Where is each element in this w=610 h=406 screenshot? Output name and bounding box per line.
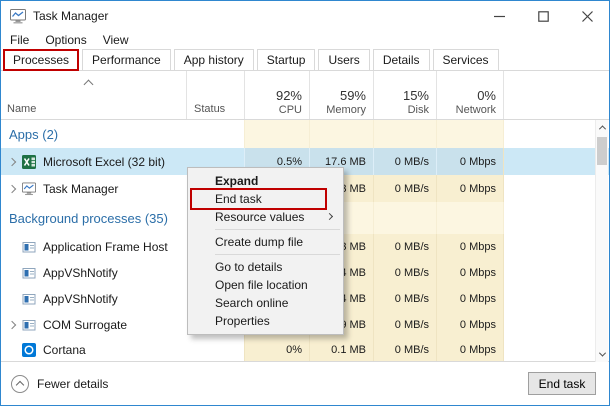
network-total-percent: 0% (477, 88, 496, 103)
scroll-up-button[interactable] (596, 121, 608, 134)
disk-cell: 0 MB/s (373, 260, 436, 286)
app-window-icon (22, 292, 36, 306)
menu-separator (215, 254, 340, 255)
disk-cell: 0 MB/s (373, 338, 436, 361)
menu-separator (215, 229, 340, 230)
column-memory[interactable]: 59% Memory (309, 71, 373, 119)
network-cell: 0 Mbps (436, 148, 504, 175)
disk-total-percent: 15% (403, 88, 429, 103)
task-manager-icon (22, 182, 36, 196)
network-cell: 0 Mbps (436, 338, 504, 361)
memory-cell: 0.1 MB (309, 338, 373, 361)
column-status[interactable]: Status (186, 71, 244, 119)
window-controls (477, 1, 609, 31)
minimize-button[interactable] (477, 1, 521, 31)
scroll-down-button[interactable] (596, 348, 608, 361)
disk-cell: 0 MB/s (373, 175, 436, 202)
expand-chevron-icon[interactable] (8, 157, 16, 165)
column-name[interactable]: Name (1, 71, 186, 119)
expand-chevron-icon[interactable] (8, 321, 16, 329)
menu-item-go-to-details[interactable]: Go to details (188, 258, 343, 276)
tab-services[interactable]: Services (433, 49, 499, 70)
tab-users[interactable]: Users (318, 49, 369, 70)
tab-app-history[interactable]: App history (174, 49, 254, 70)
network-cell: 0 Mbps (436, 260, 504, 286)
menu-bar: File Options View (1, 31, 609, 49)
app-window-icon (22, 266, 36, 280)
fewer-details-label[interactable]: Fewer details (37, 377, 108, 391)
excel-icon (22, 155, 36, 169)
chevron-up-icon (598, 125, 605, 132)
fewer-details-toggle[interactable] (11, 375, 29, 393)
cpu-total-percent: 92% (276, 88, 302, 103)
menu-item-properties[interactable]: Properties (188, 312, 343, 330)
menu-item-end-task[interactable]: End task (188, 190, 343, 208)
column-disk[interactable]: 15% Disk (373, 71, 436, 119)
group-header-apps[interactable]: Apps (2) (1, 120, 609, 148)
close-button[interactable] (565, 1, 609, 31)
network-cell: 0 Mbps (436, 312, 504, 338)
minimize-icon (494, 11, 505, 22)
row-cortana[interactable]: Cortana 0% 0.1 MB 0 MB/s 0 Mbps (1, 338, 609, 361)
cpu-cell: 0% (244, 338, 309, 361)
submenu-arrow-icon (326, 213, 333, 220)
disk-cell: 0 MB/s (373, 234, 436, 260)
menu-view[interactable]: View (103, 33, 129, 47)
disk-cell: 0 MB/s (373, 286, 436, 312)
column-header-row: Name Status 92% CPU 59% Memory 15% Disk … (1, 71, 609, 120)
end-task-button[interactable]: End task (528, 372, 596, 395)
tab-processes[interactable]: Processes (3, 49, 79, 71)
column-cpu[interactable]: 92% CPU (244, 71, 309, 119)
expand-chevron-icon[interactable] (8, 184, 16, 192)
tab-performance[interactable]: Performance (82, 49, 171, 70)
maximize-button[interactable] (521, 1, 565, 31)
menu-item-resource-values[interactable]: Resource values (188, 208, 343, 226)
title-bar: Task Manager (1, 1, 609, 31)
status-cell (186, 338, 244, 361)
network-cell: 0 Mbps (436, 175, 504, 202)
memory-total-percent: 59% (340, 88, 366, 103)
tab-details[interactable]: Details (373, 49, 430, 70)
chevron-down-icon (598, 350, 605, 357)
menu-item-create-dump-file[interactable]: Create dump file (188, 233, 343, 251)
app-window-icon (22, 318, 36, 332)
network-cell: 0 Mbps (436, 234, 504, 260)
network-cell: 0 Mbps (436, 286, 504, 312)
sort-ascending-icon (84, 80, 94, 90)
app-window-icon (22, 240, 36, 254)
scrollbar-thumb[interactable] (597, 137, 607, 165)
menu-file[interactable]: File (10, 33, 29, 47)
column-network[interactable]: 0% Network (436, 71, 504, 119)
task-manager-window: Task Manager File Options View Processes… (0, 0, 610, 406)
disk-cell: 0 MB/s (373, 148, 436, 175)
tab-startup[interactable]: Startup (257, 49, 316, 70)
vertical-scrollbar[interactable] (595, 120, 608, 362)
menu-item-expand[interactable]: Expand (188, 172, 343, 190)
chevron-up-icon (16, 381, 24, 389)
menu-item-open-file-location[interactable]: Open file location (188, 276, 343, 294)
task-manager-icon (10, 9, 26, 24)
tab-bar: Processes Performance App history Startu… (1, 49, 609, 71)
maximize-icon (538, 11, 549, 22)
context-menu: Expand End task Resource values Create d… (187, 167, 344, 335)
cortana-icon (22, 343, 36, 357)
footer-bar: Fewer details End task (1, 361, 609, 405)
disk-cell: 0 MB/s (373, 312, 436, 338)
window-title: Task Manager (33, 9, 108, 23)
menu-options[interactable]: Options (45, 33, 86, 47)
menu-item-search-online[interactable]: Search online (188, 294, 343, 312)
close-icon (582, 11, 593, 22)
